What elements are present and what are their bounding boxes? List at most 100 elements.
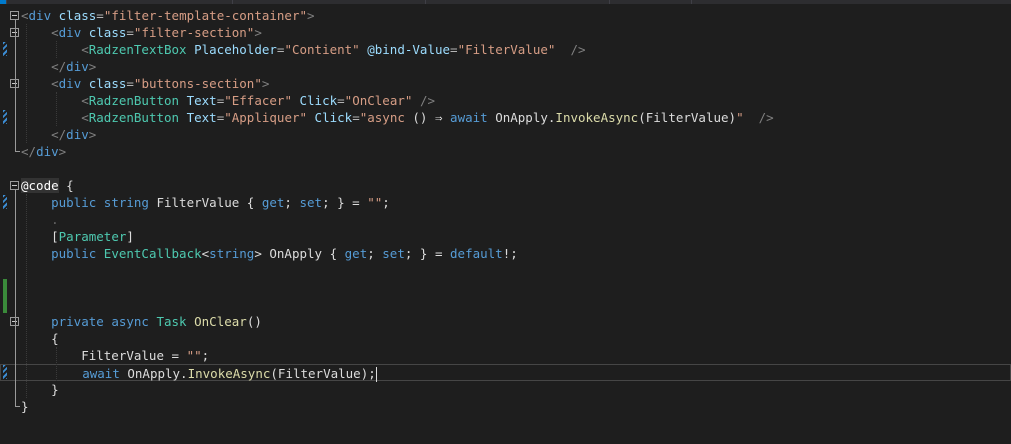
code-token: Click <box>314 110 353 125</box>
code-token: > <box>307 8 315 23</box>
code-line-text: <RadzenButton Text="Effacer" Click="OnCl… <box>21 92 435 109</box>
fold-range-end <box>15 406 20 407</box>
code-token: "Contient" <box>284 42 368 57</box>
code-line-text: public EventCallback<string> OnApply { g… <box>21 245 518 262</box>
code-token: Text <box>186 110 217 125</box>
code-token: InvokeAsync <box>187 366 271 381</box>
code-token: </ <box>51 127 67 142</box>
code-line[interactable]: } <box>0 381 1011 398</box>
code-token: /> <box>751 110 774 125</box>
code-token: "filter-template-container" <box>103 8 308 23</box>
code-token: < <box>81 93 89 108</box>
code-token: !; <box>502 246 518 261</box>
code-line-text: FilterValue = ""; <box>21 347 209 364</box>
code-line[interactable]: private async Task OnClear() <box>0 313 1011 330</box>
fold-collapse-icon[interactable] <box>10 11 19 20</box>
code-token: set <box>382 246 405 261</box>
code-line[interactable] <box>0 296 1011 313</box>
code-token: div <box>66 59 89 74</box>
fold-range-line <box>15 190 16 407</box>
code-token: "" <box>186 348 202 363</box>
code-token: " <box>736 110 752 125</box>
code-line[interactable]: <div class="filter-template-container"> <box>0 7 1011 24</box>
code-token: await <box>82 366 128 381</box>
code-token: = <box>352 110 360 125</box>
code-token: class <box>88 76 127 91</box>
code-token: > <box>261 76 270 91</box>
code-line-text: public string FilterValue { get; set; } … <box>21 194 390 211</box>
code-line[interactable]: <RadzenButton Text="Effacer" Click="OnCl… <box>0 92 1011 109</box>
code-token: get <box>261 195 285 210</box>
change-marker-icon <box>3 365 7 379</box>
code-line[interactable]: <div class="filter-section"> <box>0 24 1011 41</box>
code-token: } <box>21 399 29 414</box>
indent-guide <box>56 92 58 126</box>
code-line[interactable]: </div> <box>0 143 1011 160</box>
code-line-text: } <box>21 398 29 415</box>
code-token: div <box>58 25 89 40</box>
code-line[interactable]: [Parameter] <box>0 228 1011 245</box>
code-line[interactable]: @code { <box>0 177 1011 194</box>
code-line[interactable]: <div class="buttons-section"> <box>0 75 1011 92</box>
code-token: > OnApply { <box>254 246 345 261</box>
change-marker-icon <box>3 42 7 56</box>
code-token: </ <box>51 59 67 74</box>
code-token: public <box>51 246 104 261</box>
code-token: OnApply. <box>127 366 188 381</box>
code-token: ; <box>367 246 383 261</box>
code-line-text: <div class="buttons-section"> <box>21 75 269 92</box>
code-line[interactable] <box>0 279 1011 296</box>
code-token: > <box>58 144 67 159</box>
code-token: (FilterValue) <box>638 110 737 125</box>
code-token: { <box>58 178 74 193</box>
fold-range-end <box>15 151 20 152</box>
code-line[interactable]: <RadzenButton Text="Appliquer" Click="as… <box>0 109 1011 126</box>
code-token: RadzenButton <box>88 93 187 108</box>
code-editor[interactable]: <div class="filter-template-container"> … <box>0 4 1011 444</box>
code-token: > <box>88 59 97 74</box>
code-line[interactable]: </div> <box>0 126 1011 143</box>
code-line[interactable]: public string FilterValue { get; set; } … <box>0 194 1011 211</box>
code-token: private <box>51 314 112 329</box>
code-line[interactable]: await OnApply.InvokeAsync(FilterValue); <box>0 364 1011 382</box>
code-token: default <box>450 246 503 261</box>
code-token: Parameter <box>58 229 127 244</box>
code-token: > <box>254 25 262 40</box>
code-line[interactable]: public EventCallback<string> OnApply { g… <box>0 245 1011 262</box>
code-line-text: <div class="filter-section"> <box>21 24 262 41</box>
code-line[interactable] <box>0 262 1011 279</box>
code-token: @bind-Value <box>367 42 451 57</box>
code-line-text: <RadzenTextBox Placeholder = "Contient" @b… <box>21 41 585 58</box>
code-token: ; <box>284 195 300 210</box>
code-token: ; <box>201 348 210 363</box>
code-line[interactable]: <RadzenTextBox Placeholder = "Contient" @b… <box>0 41 1011 58</box>
text-caret <box>375 367 377 382</box>
code-token: "filter-section" <box>133 25 255 40</box>
indent-guide <box>56 347 58 381</box>
fold-collapse-icon[interactable] <box>10 181 19 190</box>
code-token: RadzenButton <box>88 110 187 125</box>
change-marker-icon <box>3 195 7 209</box>
code-line[interactable] <box>0 160 1011 177</box>
code-token: string <box>209 246 255 261</box>
code-token: "OnClear" <box>344 93 420 108</box>
code-line[interactable]: { <box>0 330 1011 347</box>
code-token: @code <box>21 178 59 193</box>
code-token: InvokeAsync <box>555 110 639 125</box>
code-token: > <box>88 127 97 142</box>
code-token: div <box>36 144 59 159</box>
code-line[interactable]: </div> <box>0 58 1011 75</box>
code-token: () <box>246 314 262 329</box>
code-line[interactable]: FilterValue = ""; <box>0 347 1011 364</box>
code-line-text: @code { <box>21 177 74 194</box>
code-token: div <box>28 8 59 23</box>
code-line[interactable]: . <box>0 211 1011 228</box>
code-line[interactable]: } <box>0 398 1011 415</box>
code-line-text: </div> <box>21 58 96 75</box>
code-token: < <box>51 25 59 40</box>
saved-change-marker <box>3 279 7 313</box>
